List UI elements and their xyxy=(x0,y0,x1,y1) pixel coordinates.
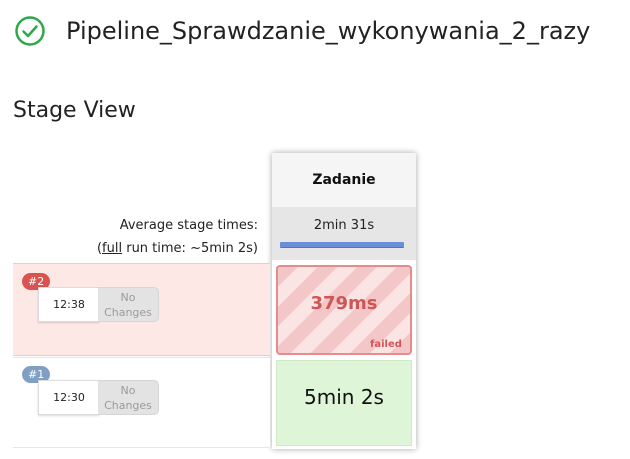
stage-average-cell xyxy=(272,207,416,260)
build-time: 12:38 xyxy=(38,287,99,322)
stage-cell-duration: 379ms xyxy=(310,293,378,314)
stage-cell-status: failed xyxy=(370,339,402,350)
stage-header-zadanie[interactable]: Zadanie xyxy=(272,153,416,207)
build-time: 12:30 xyxy=(38,380,99,415)
stage-view-heading: Stage View xyxy=(13,98,136,123)
stage-cell-duration: 5min 2s xyxy=(304,385,384,409)
full-run-link[interactable]: full xyxy=(102,241,122,256)
full-run-time-label: (full run time: ~5min 2s) xyxy=(96,241,258,256)
build-changes[interactable]: No Changes xyxy=(98,380,159,415)
stage-average-time: 2min 31s xyxy=(313,218,375,233)
build-changes[interactable]: No Changes xyxy=(98,287,159,322)
check-circle-icon xyxy=(15,16,45,46)
stage-average-progress-bar xyxy=(280,242,404,248)
job-title: Pipeline_Sprawdzanie_wykonywania_2_razy xyxy=(66,17,591,45)
average-stage-times-label: Average stage times: xyxy=(119,218,258,233)
